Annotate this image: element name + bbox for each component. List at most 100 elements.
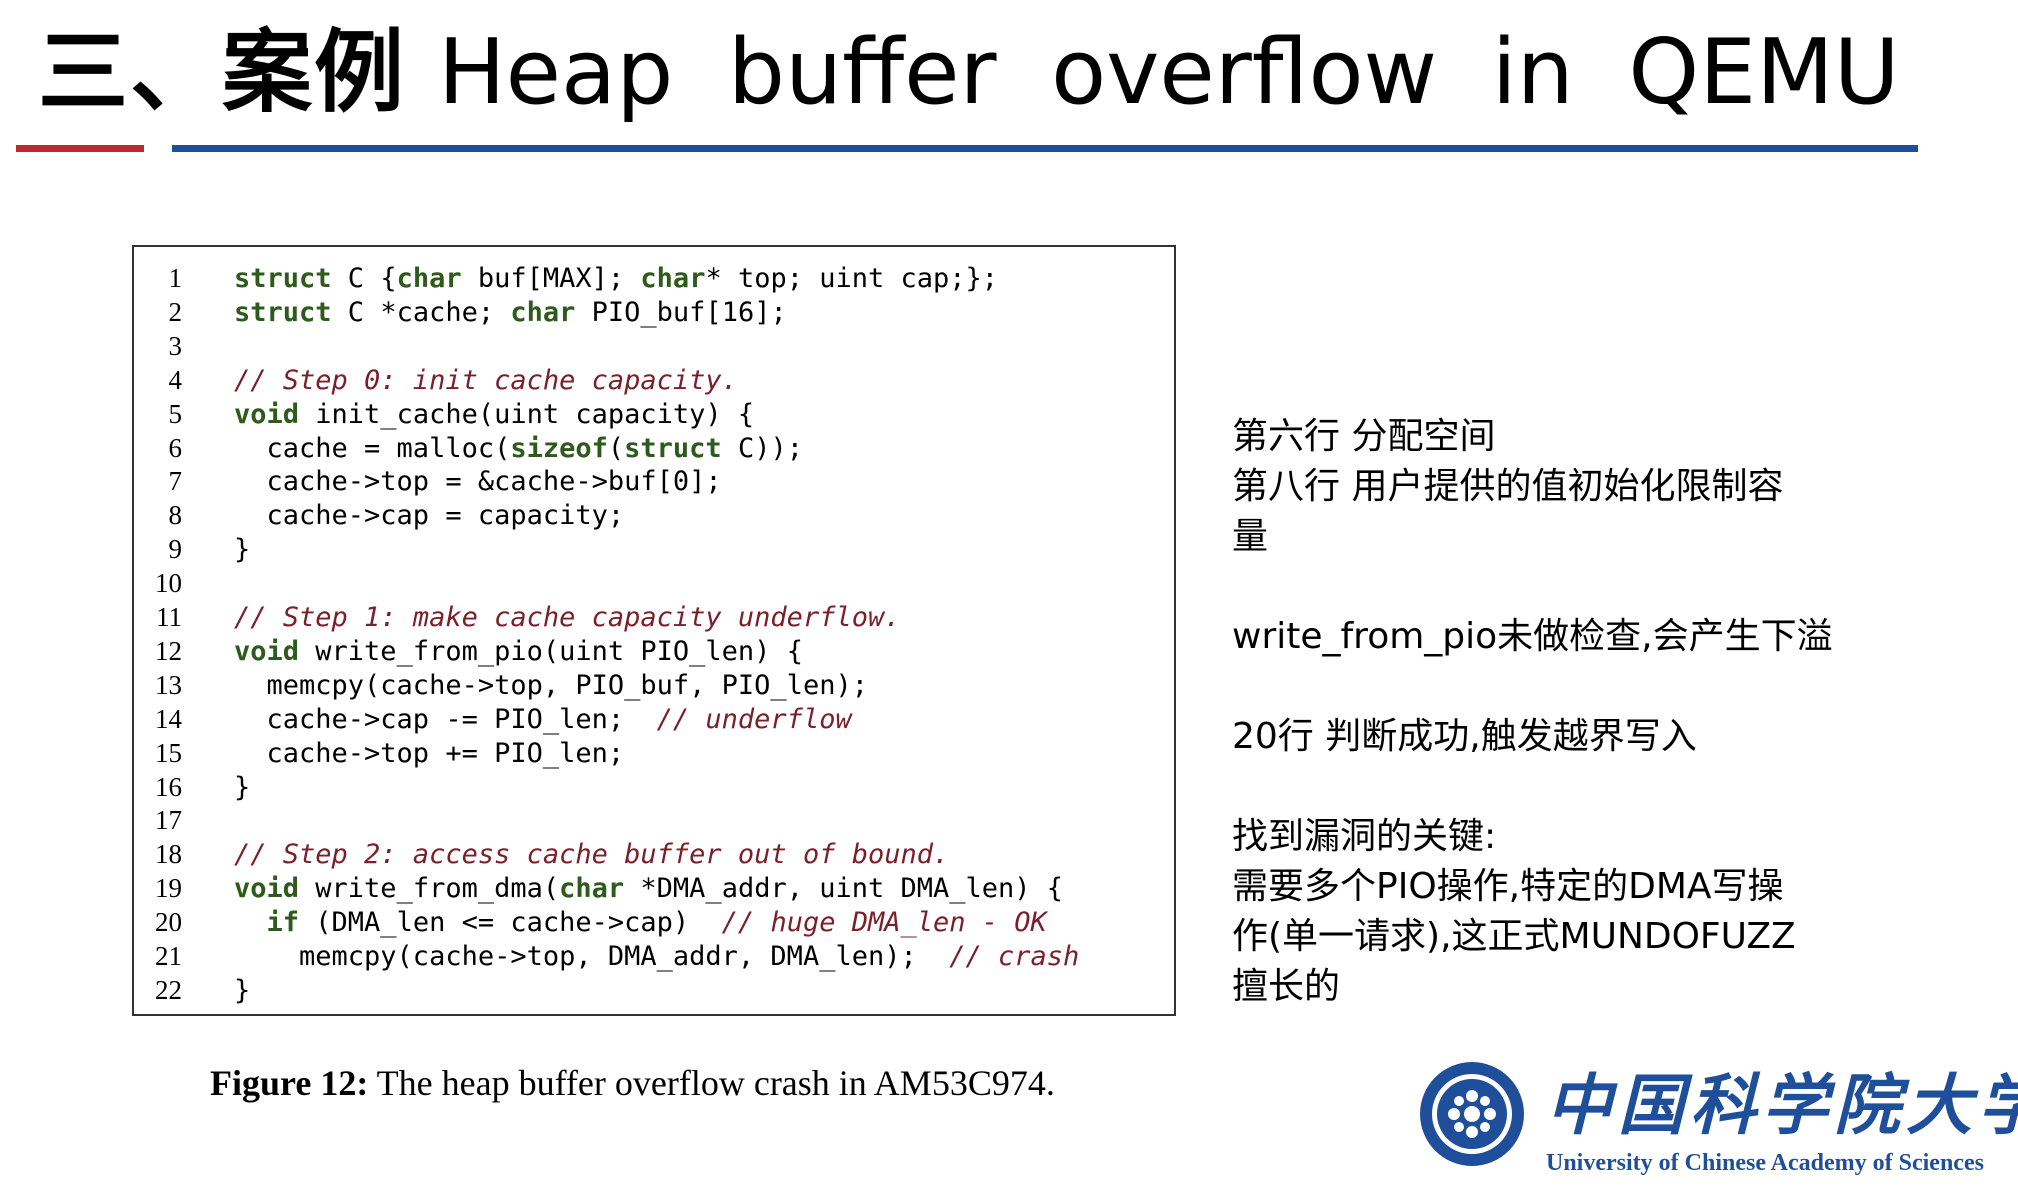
line-number: 13 xyxy=(155,669,182,700)
note-line: 需要多个PIO操作,特定的DMA写操 xyxy=(1232,866,1784,907)
line-number: 9 xyxy=(168,534,183,565)
code-text: * top; uint cap;}; xyxy=(705,263,999,294)
line-number: 19 xyxy=(155,873,182,904)
code-line: 1 struct C {char buf[MAX]; char* top; uin… xyxy=(134,261,999,295)
note-line: 20行 判断成功,触发越界写入 xyxy=(1232,716,1697,757)
line-number: 14 xyxy=(155,703,182,734)
code-text: C { xyxy=(331,263,397,294)
code-keyword: char xyxy=(559,873,625,905)
code-keyword: void xyxy=(234,635,300,667)
code-line: 3 xyxy=(134,329,234,363)
title-text: Heap buffer overflow in QEMU xyxy=(438,20,1900,125)
note-line xyxy=(1232,562,1892,612)
code-keyword: void xyxy=(234,873,300,905)
code-line: 7 cache->top = &cache->buf[0]; xyxy=(134,464,722,498)
ucas-emblem-icon xyxy=(1420,1062,1524,1166)
code-line: 13 memcpy(cache->top, PIO_buf, PIO_len); xyxy=(134,668,868,702)
line-number: 3 xyxy=(168,330,183,361)
note-line: 第八行 用户提供的值初始化限制容 xyxy=(1232,466,1784,507)
note-line xyxy=(1232,762,1892,812)
notes-panel: 第六行 分配空间第八行 用户提供的值初始化限制容量 write_from_pio未… xyxy=(1232,412,1892,1012)
note-line: write_from_pio未做检查,会产生下溢 xyxy=(1232,616,1833,657)
code-text: } xyxy=(234,771,251,803)
code-keyword: char xyxy=(510,296,576,328)
note-line: 量 xyxy=(1232,516,1269,557)
code-line: 12 void write_from_pio(uint PIO_len) { xyxy=(134,634,803,668)
code-line: 5 void init_cache(uint capacity) { xyxy=(134,397,755,431)
code-line: 11 // Step 1: make cache capacity underfl… xyxy=(134,600,900,634)
figure-caption-label: Figure 12: xyxy=(210,1063,369,1103)
code-text: cache = malloc( xyxy=(234,432,511,464)
code-keyword: struct xyxy=(234,296,332,328)
code-keyword: char xyxy=(640,263,706,294)
line-number: 12 xyxy=(155,635,182,666)
code-text: memcpy(cache->top, DMA_addr, DMA_len); xyxy=(234,941,950,972)
code-line: 10 xyxy=(134,566,234,600)
figure-caption-text: The heap buffer overflow crash in AM53C9… xyxy=(368,1063,1055,1103)
line-number: 6 xyxy=(168,432,183,463)
code-text: cache->top = &cache->buf[0]; xyxy=(234,466,722,498)
line-number: 5 xyxy=(168,398,183,429)
code-line: 14 cache->cap -= PIO_len; // underflow xyxy=(134,702,852,736)
code-comment: // underflow xyxy=(656,703,852,735)
code-line: 19 void write_from_dma(char *DMA_addr, ui… xyxy=(134,871,1063,905)
code-line: 2 struct C *cache; char PIO_buf[16]; xyxy=(134,295,787,329)
code-text: cache->top += PIO_len; xyxy=(234,737,625,769)
code-text: write_from_pio(uint PIO_len) { xyxy=(299,635,803,667)
code-line: 15 cache->top += PIO_len; xyxy=(134,736,624,770)
code-text: (DMA_len <= cache->cap) xyxy=(299,907,722,939)
title-underline-red xyxy=(16,145,144,152)
code-line: 22} xyxy=(134,973,250,1007)
line-number: 11 xyxy=(156,602,182,632)
title-underline-blue xyxy=(172,145,1918,152)
line-number: 22 xyxy=(155,974,182,1005)
code-text: *DMA_addr, uint DMA_len) { xyxy=(624,873,1064,905)
code-line: 20 if (DMA_len <= cache->cap) // huge DM… xyxy=(134,905,1047,939)
line-number: 21 xyxy=(155,941,182,971)
code-keyword: struct xyxy=(234,263,332,294)
line-number: 7 xyxy=(168,466,183,497)
code-line: 8 cache->cap = capacity; xyxy=(134,498,625,532)
code-comment: // crash xyxy=(949,941,1080,972)
line-number: 8 xyxy=(168,500,183,531)
ucas-logo-english: University of Chinese Academy of Science… xyxy=(1546,1150,1984,1176)
note-line xyxy=(1232,662,1892,712)
code-text: memcpy(cache->top, PIO_buf, PIO_len); xyxy=(234,669,868,701)
line-number: 17 xyxy=(155,805,182,836)
line-number: 4 xyxy=(168,364,183,395)
code-text: } xyxy=(234,534,251,566)
ucas-logo-chinese: 中国科学院大学 xyxy=(1546,1066,2018,1144)
title-prefix: 三、案例 xyxy=(38,20,406,125)
code-keyword: if xyxy=(266,907,300,939)
code-text: C)); xyxy=(721,432,803,464)
line-number: 1 xyxy=(168,263,183,293)
code-comment: // Step 1: make cache capacity underflow… xyxy=(234,602,901,633)
note-line: 作(单一请求),这正式MUNDOFUZZ xyxy=(1232,916,1796,957)
code-text: } xyxy=(234,974,251,1006)
code-keyword: void xyxy=(234,398,300,430)
line-number: 18 xyxy=(155,839,182,870)
note-line: 第六行 分配空间 xyxy=(1232,416,1496,457)
code-keyword: sizeof xyxy=(510,432,608,464)
code-text: cache->cap -= PIO_len; xyxy=(234,703,657,735)
code-line: 6 cache = malloc(sizeof(struct C)); xyxy=(134,431,803,465)
line-number: 16 xyxy=(155,771,182,802)
slide-title: 三、案例 Heap buffer overflow in QEMU xyxy=(38,28,1900,118)
code-line: 17 xyxy=(134,803,234,837)
note-line: 擅长的 xyxy=(1232,966,1341,1007)
code-listing: 1 struct C {char buf[MAX]; char* top; uin… xyxy=(132,245,1176,1016)
figure-caption: Figure 12: The heap buffer overflow cras… xyxy=(210,1062,1055,1104)
code-text: C *cache; xyxy=(331,296,511,328)
code-line: 4 // Step 0: init cache capacity. xyxy=(134,363,738,397)
code-text: write_from_dma( xyxy=(299,873,560,905)
code-comment: // Step 0: init cache capacity. xyxy=(234,364,738,396)
code-text: PIO_buf[16]; xyxy=(575,296,787,328)
code-line: 18 // Step 2: access cache buffer out of … xyxy=(134,837,949,871)
code-line: 16} xyxy=(134,770,250,804)
code-line: 21 memcpy(cache->top, DMA_addr, DMA_len)… xyxy=(134,939,1079,973)
code-text: buf[MAX]; xyxy=(461,263,641,294)
line-number: 15 xyxy=(155,737,182,768)
code-text: init_cache(uint capacity) { xyxy=(299,398,755,430)
code-keyword: struct xyxy=(624,432,722,464)
